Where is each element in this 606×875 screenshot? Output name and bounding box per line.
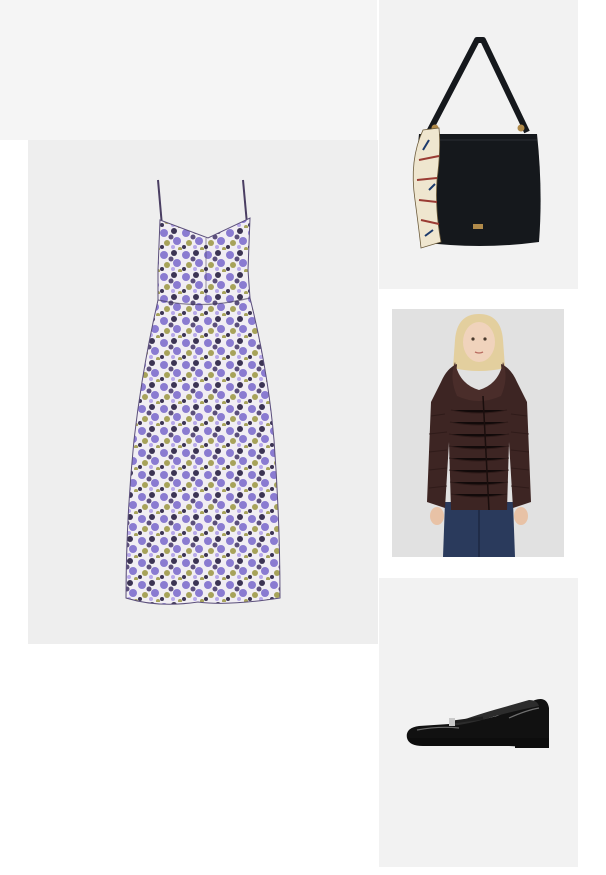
flat-shoe-product-tile[interactable] xyxy=(379,578,578,867)
empty-tile xyxy=(0,0,377,140)
black-tote-bag-image xyxy=(412,37,541,249)
dress-product-tile[interactable] xyxy=(28,140,378,644)
floral-slip-dress-image xyxy=(125,179,281,605)
brown-puffer-jacket-image xyxy=(392,309,564,557)
puffer-jacket-product-tile[interactable] xyxy=(379,292,578,576)
black-patent-flat-shoe-image xyxy=(406,699,549,748)
tote-bag-product-tile[interactable] xyxy=(379,0,578,289)
outfit-collage xyxy=(0,0,606,875)
